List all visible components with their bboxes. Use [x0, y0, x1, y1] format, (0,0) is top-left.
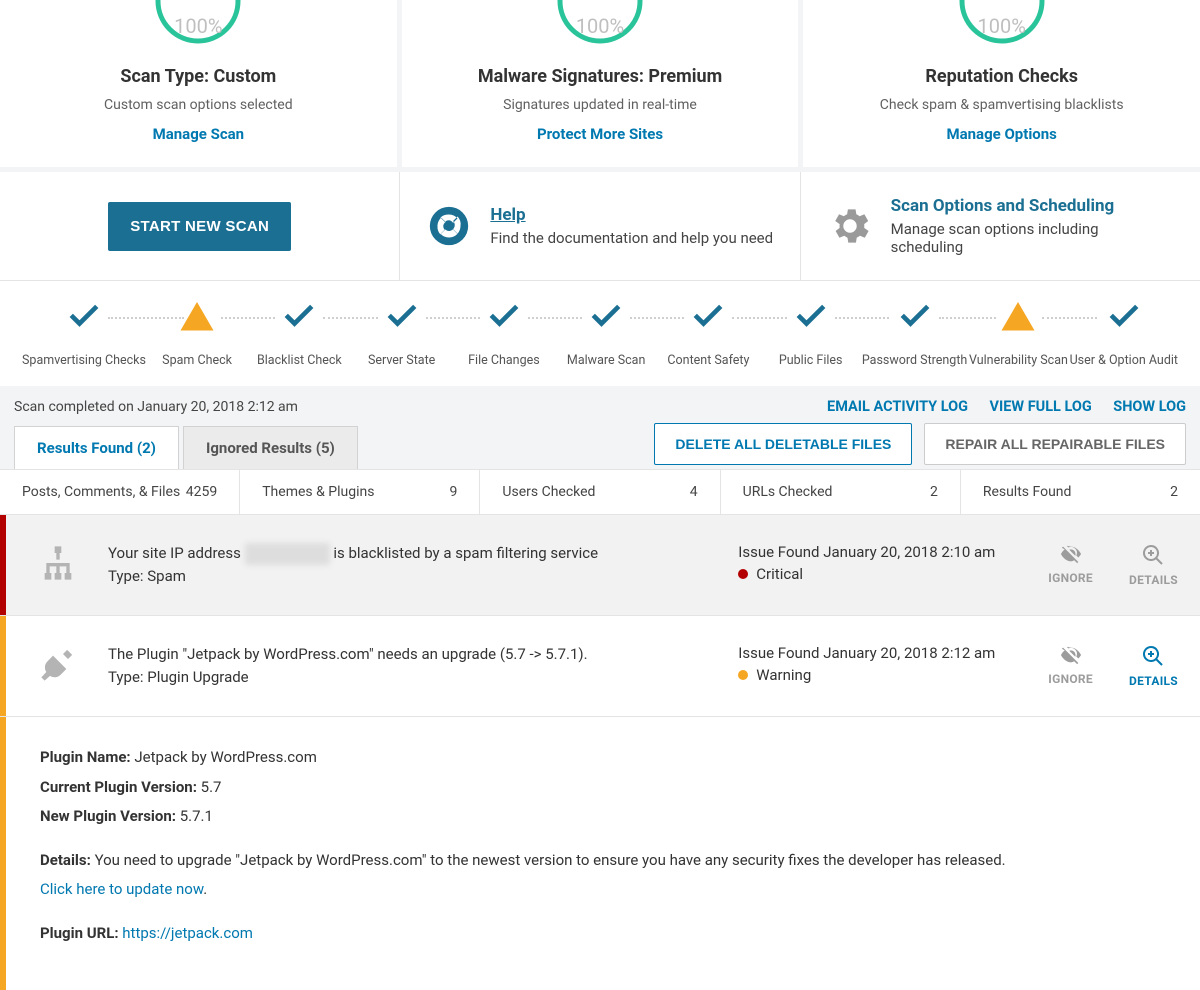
check-item: Content Safety — [657, 299, 759, 368]
delete-all-button[interactable]: DELETE ALL DELETABLE FILES — [654, 423, 912, 465]
check-icon — [66, 299, 102, 335]
check-item: User & Option Audit — [1070, 299, 1178, 368]
gear-icon — [827, 203, 873, 249]
scan-completed-text: Scan completed on January 20, 2018 2:12 … — [14, 399, 298, 415]
issue-details-panel: Plugin Name: Jetpack by WordPress.com Cu… — [0, 717, 1200, 990]
check-item: Password Strength — [862, 299, 967, 368]
stat-cell: Users Checked4 — [480, 470, 720, 514]
check-item: File Changes — [453, 299, 555, 368]
issue-row: The Plugin "Jetpack by WordPress.com" ne… — [0, 616, 1200, 717]
severity-dot — [738, 569, 748, 579]
check-item: Spam Check — [146, 299, 248, 368]
stats-bar: Posts, Comments, & Files4259Themes & Plu… — [0, 469, 1200, 515]
action-row: START NEW SCAN Help Find the documentati… — [0, 172, 1200, 280]
stat-cell: Results Found2 — [961, 470, 1200, 514]
help-cell[interactable]: Help Find the documentation and help you… — [400, 172, 800, 280]
gauge-signatures: 100% Malware Signatures: Premium Signatu… — [402, 0, 799, 167]
stat-cell: URLs Checked2 — [721, 470, 961, 514]
details-button[interactable]: DETAILS — [1129, 644, 1178, 688]
gauge-scan-type: 100% Scan Type: Custom Custom scan optio… — [0, 0, 397, 167]
details-button[interactable]: DETAILS — [1129, 543, 1178, 587]
plug-icon — [28, 644, 88, 688]
result-tabs: Results Found (2) Ignored Results (5) — [14, 426, 358, 469]
sitemap-icon — [28, 543, 88, 587]
gauge-reputation: 100% Reputation Checks Check spam & spam… — [803, 0, 1200, 167]
checks-ribbon: Spamvertising ChecksSpam CheckBlacklist … — [0, 280, 1200, 386]
lifering-icon — [426, 203, 472, 249]
plugin-url-link[interactable]: https://jetpack.com — [122, 924, 253, 942]
check-icon — [486, 299, 522, 335]
check-icon — [690, 299, 726, 335]
check-icon — [1106, 299, 1142, 335]
tab-ignored-results[interactable]: Ignored Results (5) — [183, 426, 358, 469]
warn-icon — [1000, 299, 1036, 335]
manage-scan-link[interactable]: Manage Scan — [153, 125, 244, 143]
tab-results-found[interactable]: Results Found (2) — [14, 426, 179, 469]
severity-dot — [738, 670, 748, 680]
issue-row: Your site IP address ████████ is blackli… — [0, 515, 1200, 616]
protect-sites-link[interactable]: Protect More Sites — [537, 125, 663, 143]
ignore-button[interactable]: IGNORE — [1048, 543, 1093, 585]
gauge-row: 100% Scan Type: Custom Custom scan optio… — [0, 0, 1200, 167]
check-item: Public Files — [760, 299, 862, 368]
ignore-button[interactable]: IGNORE — [1048, 644, 1093, 686]
update-now-link[interactable]: Click here to update now — [40, 880, 203, 898]
manage-options-link[interactable]: Manage Options — [946, 125, 1056, 143]
show-log-link[interactable]: SHOW LOG — [1113, 398, 1186, 415]
warn-icon — [179, 299, 215, 335]
scan-options-cell[interactable]: Scan Options and Scheduling Manage scan … — [801, 172, 1200, 280]
check-item: Spamvertising Checks — [22, 299, 146, 368]
repair-all-button[interactable]: REPAIR ALL REPAIRABLE FILES — [924, 423, 1186, 465]
status-bar: Scan completed on January 20, 2018 2:12 … — [0, 386, 1200, 423]
stat-cell: Themes & Plugins9 — [240, 470, 480, 514]
help-link[interactable]: Help — [490, 205, 525, 225]
check-icon — [281, 299, 317, 335]
scan-options-link[interactable]: Scan Options and Scheduling — [891, 196, 1174, 216]
check-icon — [588, 299, 624, 335]
check-item: Blacklist Check — [248, 299, 350, 368]
check-item: Server State — [351, 299, 453, 368]
check-icon — [384, 299, 420, 335]
stat-cell: Posts, Comments, & Files4259 — [0, 470, 240, 514]
view-full-log-link[interactable]: VIEW FULL LOG — [990, 398, 1092, 415]
check-icon — [897, 299, 933, 335]
check-item: Vulnerability Scan — [967, 299, 1069, 368]
check-icon — [793, 299, 829, 335]
email-activity-log-link[interactable]: EMAIL ACTIVITY LOG — [827, 398, 968, 415]
start-new-scan-button[interactable]: START NEW SCAN — [108, 202, 291, 251]
check-item: Malware Scan — [555, 299, 657, 368]
